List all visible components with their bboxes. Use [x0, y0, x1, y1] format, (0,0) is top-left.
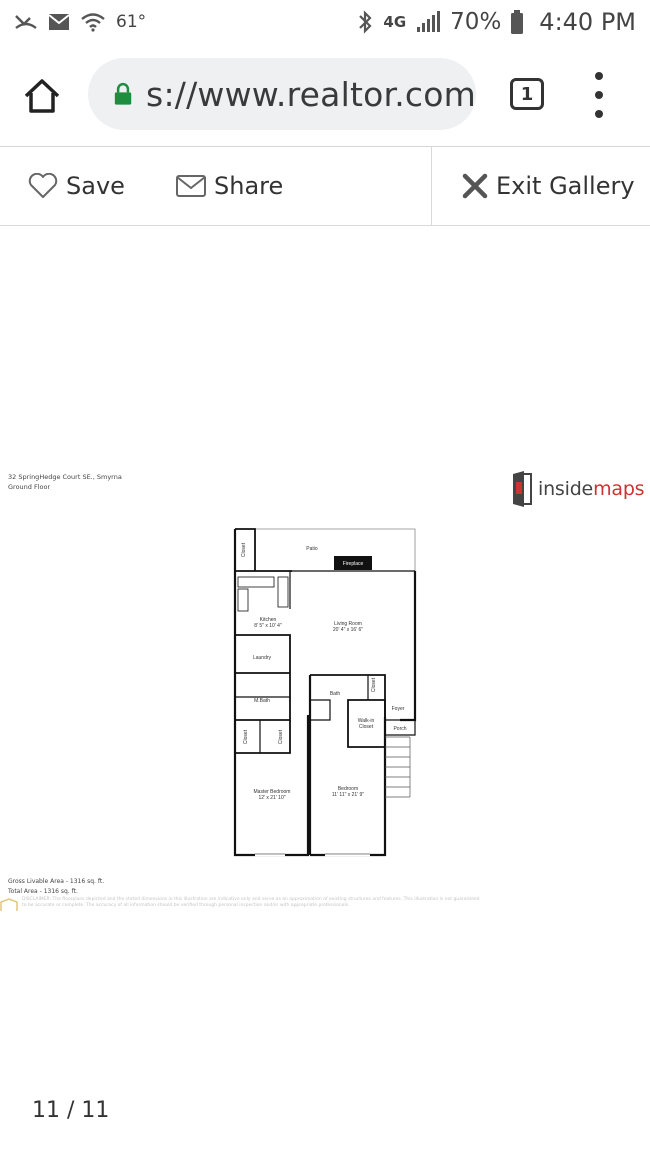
label-patio: Patio [306, 546, 318, 552]
total-area: Total Area - 1316 sq. ft. [8, 888, 78, 895]
lock-icon [114, 83, 132, 105]
battery-percent: 70% [450, 9, 502, 35]
label-closet-foyer: Closet [371, 677, 377, 692]
label-fireplace: Fireplace [343, 561, 364, 567]
signal-icon [417, 11, 441, 32]
label-closet-right: Closet [278, 729, 284, 744]
label-bath: Bath [330, 691, 341, 697]
bluetooth-icon [359, 10, 372, 34]
plan-floor: Ground Floor [8, 483, 51, 491]
temperature-text: 61° [116, 12, 147, 32]
status-left: 61° [14, 12, 146, 32]
gallery-counter: 11 / 11 [32, 1098, 110, 1123]
exit-gallery-label: Exit Gallery [496, 171, 635, 200]
insidemaps-logo-icon [513, 471, 532, 507]
label-closet-top: Closet [241, 542, 247, 557]
label-living-dim: 20' 4" x 16' 6" [333, 627, 363, 633]
heart-icon [28, 172, 58, 198]
gallery-toolbar: Save Share Exit Gallery [0, 146, 650, 226]
share-button[interactable]: Share [176, 146, 283, 225]
address-bar[interactable]: s://www.realtor.com [88, 58, 476, 130]
exit-gallery-button[interactable]: Exit Gallery [462, 146, 635, 225]
label-closet-left: Closet [243, 729, 249, 744]
label-porch: Porch [393, 726, 406, 732]
status-right: 4G 70% 4:40 PM [357, 8, 636, 36]
disclaimer-text: DISCLAIMER: The floorplans depicted and … [22, 897, 480, 908]
logo-text-inside: inside [538, 478, 594, 500]
url-text: s://www.realtor.com [146, 74, 476, 114]
plan-header: 32 SpringHedge Court SE., Smyrna Ground … [8, 472, 122, 492]
gross-area: Gross Livable Area - 1316 sq. ft. [8, 878, 105, 885]
label-laundry: Laundry [253, 655, 272, 661]
label-master-dim: 12' x 21' 10" [258, 795, 285, 801]
network-type: 4G [383, 13, 407, 31]
floor-plan-drawing: Closet Patio Fireplace Kitchen 8' 5" x 1… [233, 528, 417, 857]
share-label: Share [214, 171, 284, 200]
disclaimer-logo-icon [0, 898, 18, 911]
plan-address: 32 SpringHedge Court SE., Smyrna [8, 473, 122, 481]
missed-call-icon [15, 15, 37, 29]
insidemaps-logo: insidemaps [510, 470, 645, 508]
save-label: Save [66, 171, 125, 200]
envelope-icon [176, 174, 206, 197]
label-bedroom-dim: 11' 11" x 21' 9" [332, 792, 364, 798]
home-icon[interactable] [22, 76, 62, 116]
label-walkin-closet: Closet [359, 724, 374, 730]
clock: 4:40 PM [539, 8, 636, 36]
label-foyer: Foyer [392, 706, 405, 712]
mail-icon [48, 14, 70, 30]
area-summary: Gross Livable Area - 1316 sq. ft. Total … [8, 877, 104, 897]
browser-toolbar: s://www.realtor.com 1 [0, 44, 650, 147]
label-kitchen-dim: 8' 5" x 10' 4" [254, 623, 282, 629]
battery-icon [511, 10, 524, 34]
tab-switcher-button[interactable]: 1 [510, 78, 544, 110]
label-mbath: M.Bath [254, 698, 270, 704]
save-button[interactable]: Save [28, 146, 125, 225]
close-icon [462, 173, 488, 198]
wifi-icon [81, 13, 105, 32]
logo-text-maps: maps [593, 478, 645, 500]
overflow-menu-icon[interactable] [592, 72, 606, 118]
toolbar-divider [431, 146, 432, 225]
status-bar: 61° 4G 70% 4:40 PM [0, 0, 650, 44]
logo-text: insidemaps [538, 478, 645, 500]
